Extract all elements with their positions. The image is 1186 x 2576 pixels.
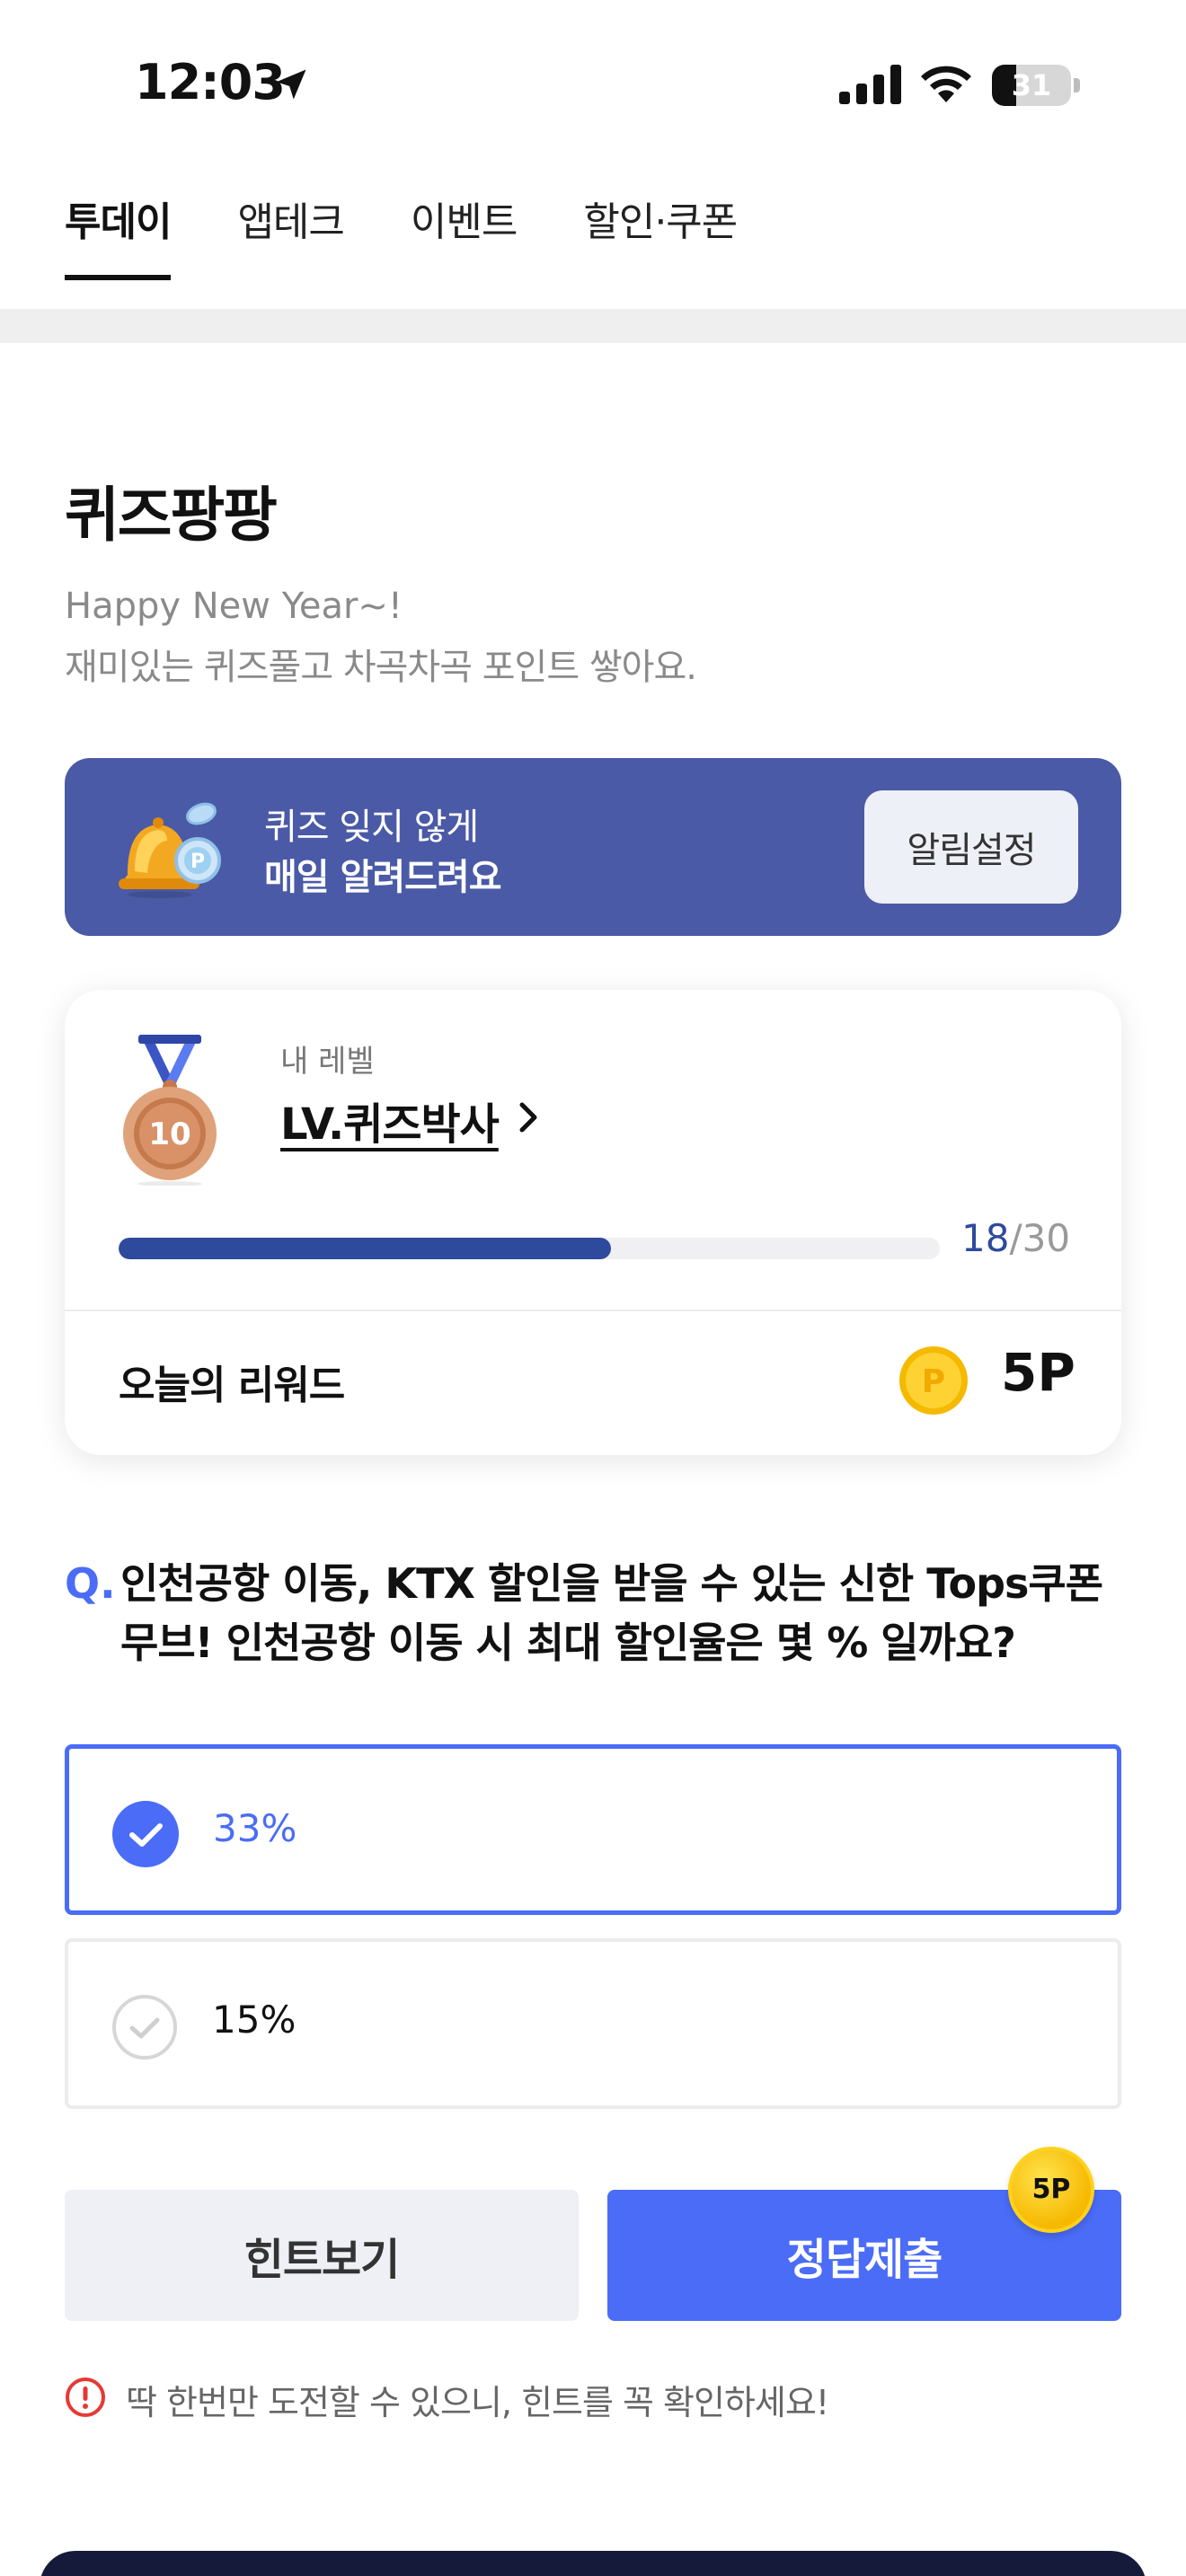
question-marker: Q. (65, 1559, 116, 1608)
section-divider (0, 309, 1186, 343)
page-subtitle-2: 재미있는 퀴즈풀고 차곡차곡 포인트 쌓아요. (65, 647, 697, 688)
medal-number: 10 (148, 1116, 190, 1152)
progress-total: /30 (1009, 1216, 1071, 1260)
status-bar: 12:03 31 (0, 0, 1186, 171)
level-progress-text: 18/30 (961, 1216, 1070, 1260)
bell-coin-icon: P (119, 802, 221, 898)
page-subtitle-1: Happy New Year~! (65, 586, 403, 627)
svg-text:P: P (190, 851, 205, 873)
answer-option-1-label: 33% (213, 1806, 297, 1850)
banner-line-2: 매일 알려드려요 (264, 857, 502, 898)
today-reward-value: 5P (1001, 1342, 1075, 1403)
page-title: 퀴즈팡팡 (65, 481, 278, 550)
battery-level: 31 (1011, 68, 1052, 102)
tab-today[interactable]: 투데이 (65, 198, 172, 280)
tab-apptech[interactable]: 앱테크 (237, 198, 344, 280)
warning-text: 딱 한번만 도전할 수 있으니, 힌트를 꼭 확인하세요! (126, 2383, 829, 2422)
answer-option-2[interactable]: 15% (65, 1938, 1121, 2109)
check-circle-outline-icon (112, 1995, 177, 2060)
answer-option-2-label: 15% (212, 1998, 296, 2042)
notification-banner: P 퀴즈 잊지 않게 매일 알려드려요 알림설정 (65, 758, 1121, 936)
battery-icon: 31 (992, 65, 1080, 106)
point-coin-icon: P (899, 1346, 968, 1415)
level-card: 10 내 레벨 LV.퀴즈박사 18/30 오늘의 리워드 P 5P (65, 990, 1121, 1455)
svg-text:P: P (922, 1363, 945, 1400)
submit-point-badge: 5P (1008, 2147, 1094, 2233)
level-name-link[interactable]: LV.퀴즈박사 (280, 1089, 500, 1151)
warning-icon (66, 2378, 105, 2417)
level-progress-fill (119, 1238, 612, 1259)
answer-option-1[interactable]: 33% (65, 1744, 1121, 1915)
status-time: 12:03 (135, 54, 286, 110)
cellular-signal-icon (839, 65, 901, 104)
progress-current: 18 (961, 1216, 1010, 1260)
check-circle-filled-icon (112, 1801, 179, 1867)
location-arrow-icon (276, 69, 306, 100)
banner-line-1: 퀴즈 잊지 않게 (264, 807, 479, 848)
tab-discount-coupon[interactable]: 할인·쿠폰 (583, 198, 738, 280)
alarm-setting-button[interactable]: 알림설정 (864, 790, 1078, 904)
today-reward-label: 오늘의 리워드 (119, 1363, 345, 1408)
question-text: 인천공항 이동, KTX 할인을 받을 수 있는 신한 Tops쿠폰무브! 인천… (120, 1559, 1103, 1667)
tab-event[interactable]: 이벤트 (411, 198, 518, 280)
my-level-label: 내 레벨 (280, 1044, 375, 1080)
level-progress-bar (119, 1238, 940, 1259)
top-tabs: 투데이 앱테크 이벤트 할인·쿠폰 (65, 198, 738, 280)
bottom-sheet-edge (40, 2551, 1146, 2576)
wifi-icon (921, 66, 971, 102)
medal-icon: 10 (123, 1035, 217, 1186)
hint-button[interactable]: 힌트보기 (65, 2190, 579, 2321)
chevron-right-icon[interactable] (514, 1096, 544, 1139)
card-divider (65, 1310, 1121, 1311)
